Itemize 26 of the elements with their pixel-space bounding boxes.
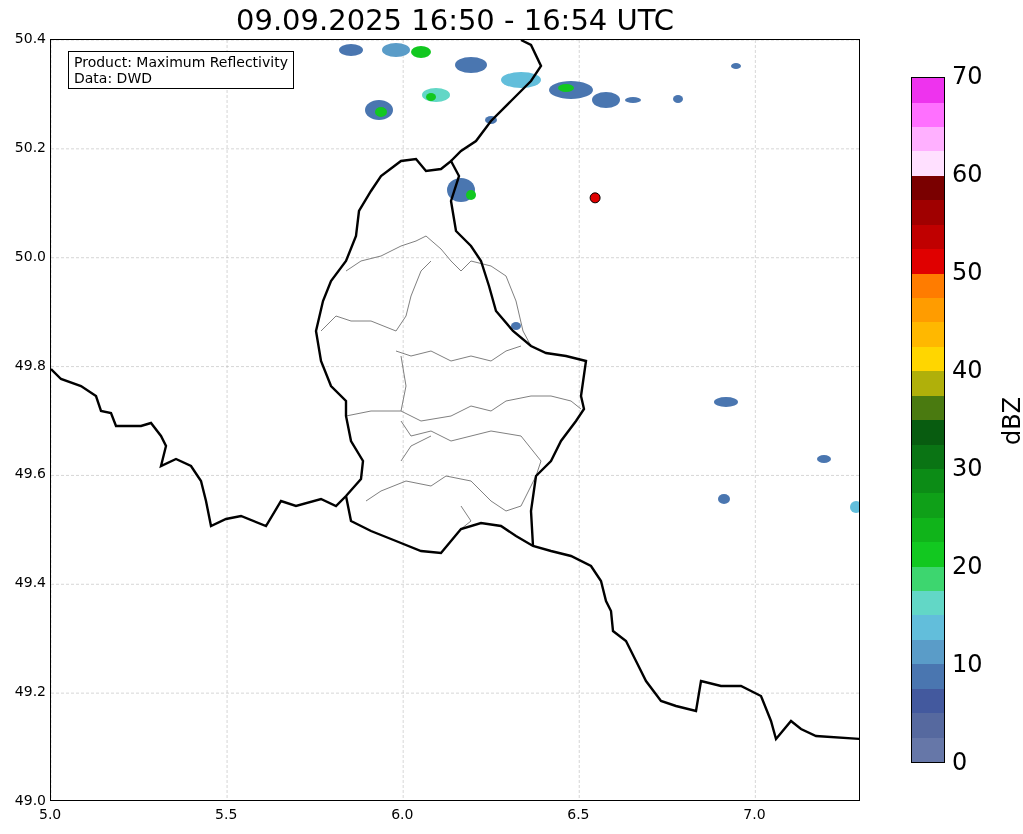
info-text: Product: Maximum Reflectivity xyxy=(74,54,288,70)
colorbar-tick-label: 20 xyxy=(952,552,983,580)
y-tick-label: 50.4 xyxy=(14,30,46,46)
x-tick-label: 6.0 xyxy=(391,806,414,822)
info-text: Data: DWD xyxy=(74,70,153,86)
y-tick-label: 49.0 xyxy=(14,792,46,808)
x-tick-label: 6.5 xyxy=(567,806,590,822)
x-tick-label: 7.0 xyxy=(743,806,766,822)
colorbar-tick-label: 0 xyxy=(952,748,968,776)
colorbar-tick-label: 50 xyxy=(952,258,983,286)
colorbar-tick-label: 70 xyxy=(952,62,983,90)
x-tick-label: 5.5 xyxy=(215,806,238,822)
y-tick-label: 49.8 xyxy=(14,356,46,373)
plot-title: 09.09.2025 16:50 - 16:54 UTC xyxy=(235,3,675,37)
y-tick-label: 49.2 xyxy=(14,683,46,700)
colorbar-label: dBZ xyxy=(998,396,1023,446)
y-tick-label: 49.6 xyxy=(14,465,46,482)
y-tick-label: 50.0 xyxy=(14,247,46,264)
colorbar-tick-label: 10 xyxy=(952,650,983,678)
colorbar-tick-label: 30 xyxy=(952,454,983,482)
colorbar-tick-label: 60 xyxy=(952,160,983,188)
x-tick-label: 5.0 xyxy=(39,806,62,822)
colorbar-tick-label: 40 xyxy=(952,356,983,384)
y-tick-label: 50.2 xyxy=(14,138,46,155)
y-tick-label: 49.4 xyxy=(14,574,46,591)
location-marker xyxy=(589,192,601,204)
